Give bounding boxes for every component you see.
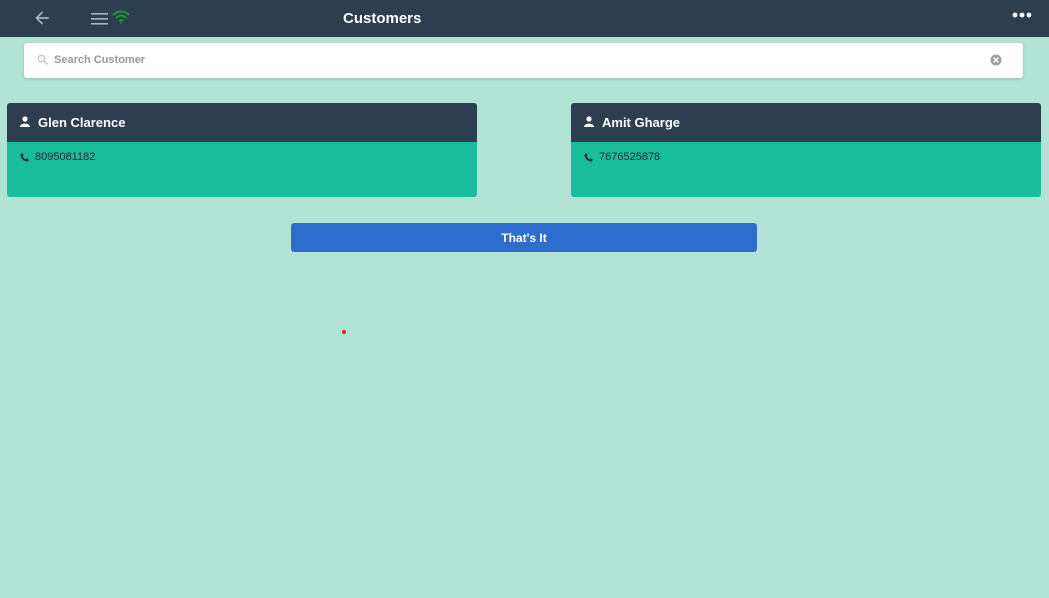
customer-card-header: Glen Clarence (7, 103, 477, 142)
more-dots-icon[interactable] (1011, 9, 1033, 21)
page-title: Customers (343, 10, 422, 27)
clear-icon[interactable] (990, 54, 1002, 66)
app-header: Customers (0, 0, 1049, 37)
person-icon (20, 116, 30, 127)
search-bar (24, 43, 1023, 78)
customer-phone: 7676525878 (599, 151, 661, 163)
phone-icon (20, 153, 29, 162)
search-icon (37, 54, 48, 65)
customer-card-header: Amit Gharge (571, 103, 1041, 142)
customer-card[interactable]: Amit Gharge 7676525878 (571, 103, 1041, 197)
customer-phone: 8095081182 (35, 151, 96, 163)
phone-icon (584, 153, 593, 162)
back-arrow-icon[interactable] (33, 9, 51, 27)
cursor-marker (342, 330, 346, 334)
wifi-icon (112, 10, 130, 24)
thats-it-button[interactable]: That's It (291, 223, 757, 252)
search-input[interactable] (54, 49, 974, 71)
hamburger-menu-icon[interactable] (91, 11, 109, 26)
customer-card-body: 8095081182 (7, 142, 477, 197)
customer-name: Glen Clarence (38, 115, 126, 130)
customer-name: Amit Gharge (602, 115, 681, 130)
customer-card-body: 7676525878 (571, 142, 1041, 197)
customer-card[interactable]: Glen Clarence 8095081182 (7, 103, 477, 197)
person-icon (584, 116, 594, 127)
